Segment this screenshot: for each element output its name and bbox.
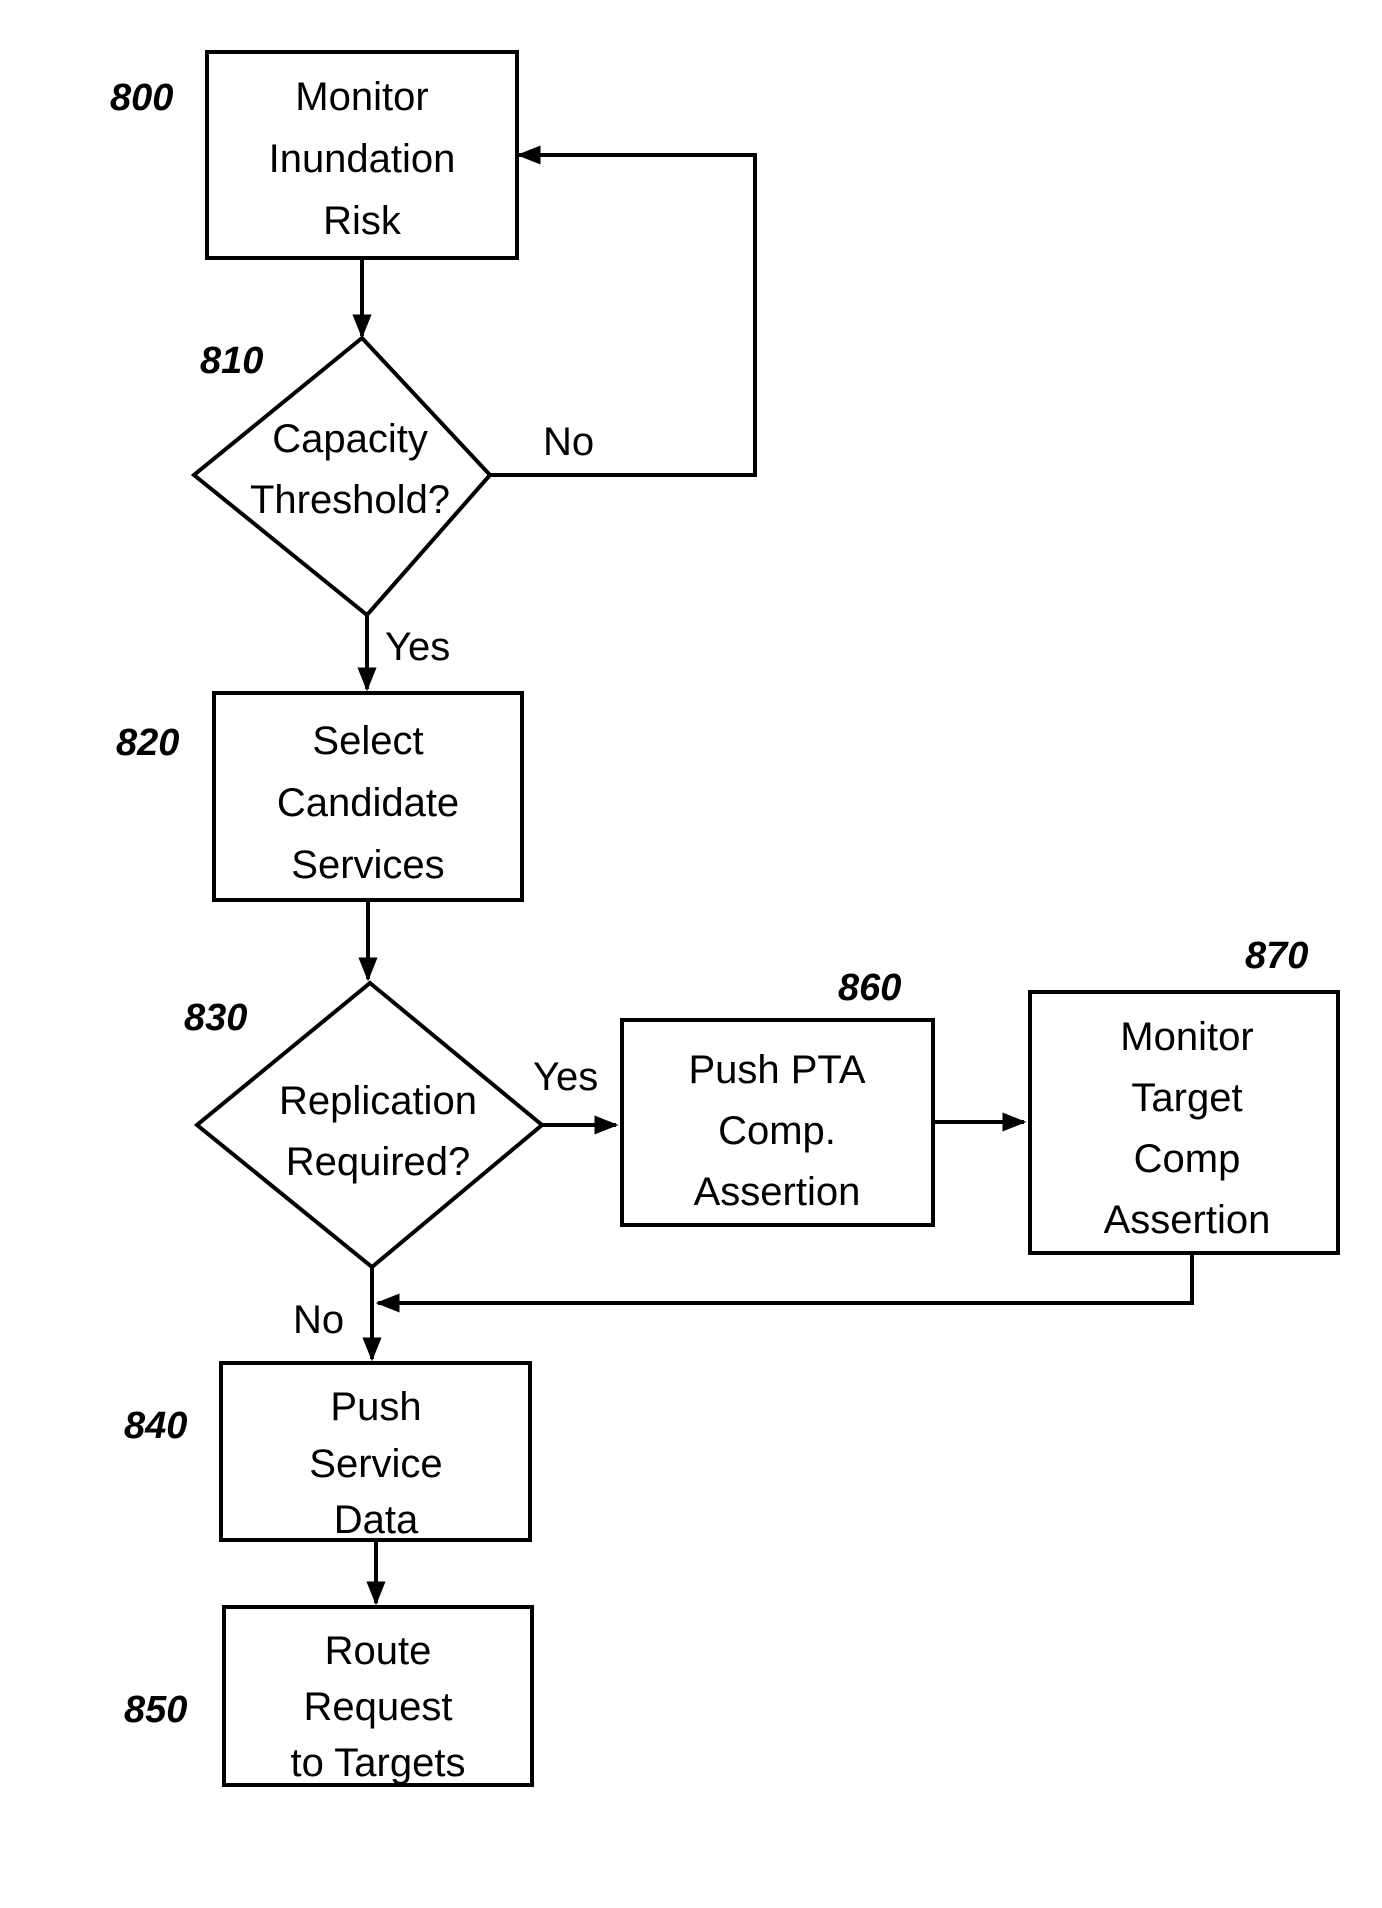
edge-810-800-no <box>490 145 757 477</box>
node-label-line: Required? <box>286 1140 471 1184</box>
node-870-monitor-target-comp-assertion: 870 Monitor Target Comp Assertion <box>1028 935 1340 1255</box>
ref-number: 850 <box>124 1689 187 1731</box>
node-820-select-candidate-services: 820 Select Candidate Services <box>116 691 524 902</box>
ref-number: 820 <box>116 722 179 764</box>
edge-label-no: No <box>543 420 594 464</box>
node-label-line: Assertion <box>1104 1198 1271 1242</box>
node-label-line: Route <box>325 1629 432 1673</box>
node-840-push-service-data: 840 Push Service Data <box>124 1361 532 1542</box>
node-label-line: Comp <box>1134 1137 1241 1181</box>
edge-label-yes: Yes <box>533 1055 598 1099</box>
node-label-line: Assertion <box>694 1170 861 1214</box>
ref-number: 840 <box>124 1405 187 1447</box>
ref-number: 860 <box>838 967 901 1009</box>
node-label-line: Data <box>334 1498 419 1542</box>
edge-label-no: No <box>293 1298 344 1342</box>
node-label-line: Risk <box>323 199 402 243</box>
node-label-line: Push PTA <box>688 1048 865 1092</box>
node-label-line: Replication <box>279 1079 477 1123</box>
edge-870-840 <box>375 1253 1194 1313</box>
node-label-line: Services <box>291 843 444 887</box>
ref-number: 870 <box>1245 935 1308 977</box>
node-label-line: Monitor <box>1120 1015 1253 1059</box>
node-label-line: Comp. <box>718 1109 836 1153</box>
decision-diamond <box>193 980 546 1270</box>
flowchart-canvas: 800 Monitor Inundation Risk 810 Capacity… <box>110 50 1340 1787</box>
node-label-line: Inundation <box>269 137 456 181</box>
node-label-line: Select <box>312 719 423 763</box>
ref-number: 830 <box>184 997 247 1039</box>
node-label-line: Capacity <box>272 417 428 461</box>
node-label-line: Service <box>309 1442 442 1486</box>
node-850-route-request-to-targets: 850 Route Request to Targets <box>124 1605 534 1787</box>
node-label-line: Threshold? <box>250 478 450 522</box>
node-label-line: Request <box>304 1685 453 1729</box>
node-label-line: Target <box>1131 1076 1242 1120</box>
node-label-line: Push <box>330 1385 421 1429</box>
node-830-replication-required: 830 Replication Required? Yes No <box>184 980 598 1342</box>
edge-label-yes: Yes <box>385 625 450 669</box>
node-label-line: Candidate <box>277 781 459 825</box>
node-label-line: to Targets <box>291 1741 466 1785</box>
node-810-capacity-threshold: 810 Capacity Threshold? No Yes <box>190 335 594 669</box>
node-800-monitor-inundation-risk: 800 Monitor Inundation Risk <box>110 50 519 260</box>
node-860-push-pta-comp-assertion: 860 Push PTA Comp. Assertion <box>620 967 935 1227</box>
ref-number: 800 <box>110 77 173 119</box>
ref-number: 810 <box>200 340 263 382</box>
node-label-line: Monitor <box>295 75 428 119</box>
